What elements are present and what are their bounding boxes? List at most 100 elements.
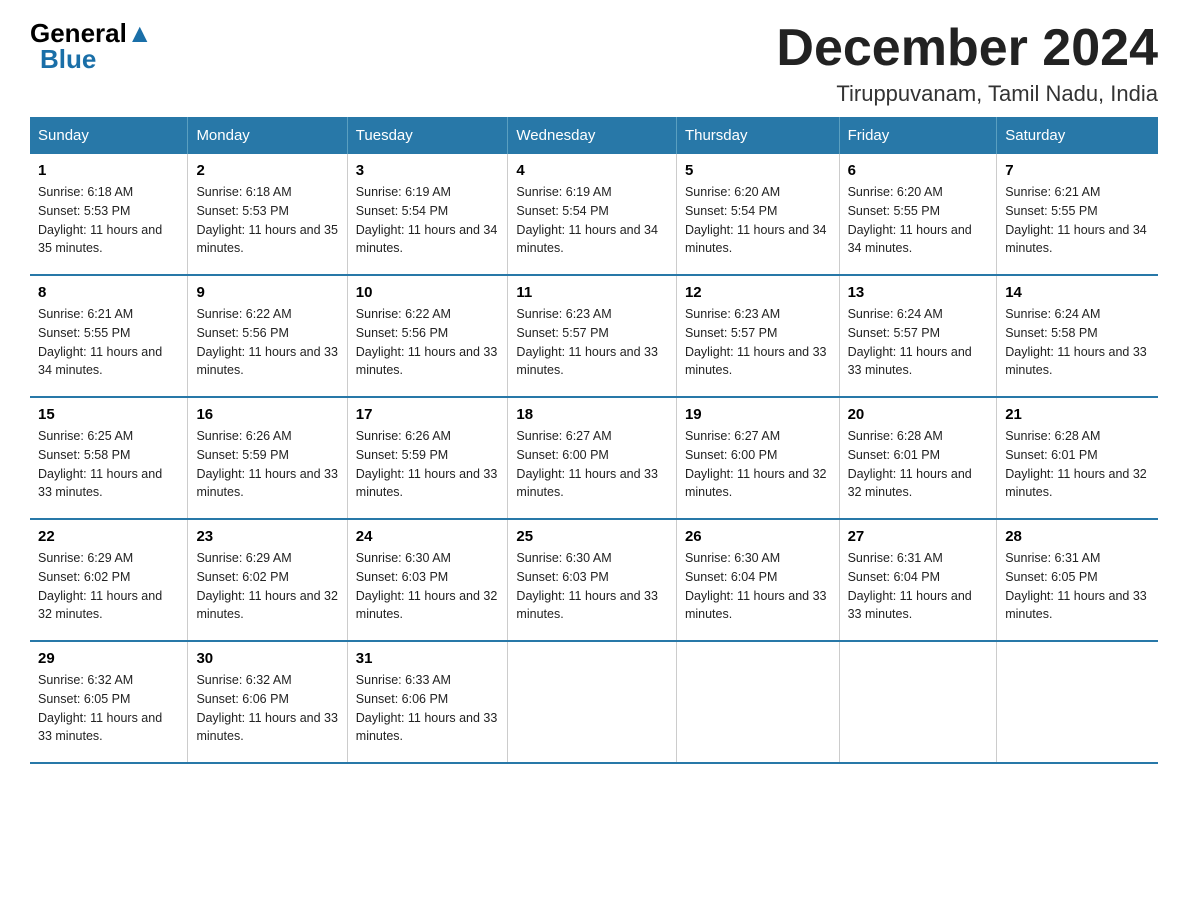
day-info: Sunrise: 6:26 AMSunset: 5:59 PMDaylight:… (356, 427, 500, 502)
calendar-cell: 7 Sunrise: 6:21 AMSunset: 5:55 PMDaylight… (997, 154, 1158, 275)
col-header-wednesday: Wednesday (508, 117, 677, 154)
calendar-cell (997, 641, 1158, 763)
calendar-cell: 26 Sunrise: 6:30 AMSunset: 6:04 PMDayligh… (676, 519, 839, 641)
day-number: 3 (356, 162, 500, 179)
page-header: General▲ Blue December 2024 Tiruppuvanam… (30, 20, 1158, 107)
day-info: Sunrise: 6:30 AMSunset: 6:03 PMDaylight:… (516, 549, 668, 624)
day-info: Sunrise: 6:33 AMSunset: 6:06 PMDaylight:… (356, 671, 500, 746)
calendar-cell: 19 Sunrise: 6:27 AMSunset: 6:00 PMDayligh… (676, 397, 839, 519)
day-number: 26 (685, 528, 831, 545)
col-header-friday: Friday (839, 117, 997, 154)
calendar-week-row: 8 Sunrise: 6:21 AMSunset: 5:55 PMDaylight… (30, 275, 1158, 397)
day-number: 5 (685, 162, 831, 179)
day-number: 19 (685, 406, 831, 423)
day-info: Sunrise: 6:21 AMSunset: 5:55 PMDaylight:… (1005, 183, 1150, 258)
day-number: 2 (196, 162, 338, 179)
day-number: 28 (1005, 528, 1150, 545)
calendar-cell: 31 Sunrise: 6:33 AMSunset: 6:06 PMDayligh… (347, 641, 508, 763)
day-info: Sunrise: 6:25 AMSunset: 5:58 PMDaylight:… (38, 427, 179, 502)
calendar-cell: 21 Sunrise: 6:28 AMSunset: 6:01 PMDayligh… (997, 397, 1158, 519)
calendar-cell: 3Sunrise: 6:19 AMSunset: 5:54 PMDaylight… (347, 154, 508, 275)
calendar-cell (508, 641, 677, 763)
day-number: 18 (516, 406, 668, 423)
calendar-cell: 9 Sunrise: 6:22 AMSunset: 5:56 PMDaylight… (188, 275, 347, 397)
day-number: 1 (38, 162, 179, 179)
col-header-saturday: Saturday (997, 117, 1158, 154)
day-info: Sunrise: 6:18 AMSunset: 5:53 PMDaylight:… (38, 183, 179, 258)
day-number: 14 (1005, 284, 1150, 301)
calendar-cell: 23Sunrise: 6:29 AMSunset: 6:02 PMDayligh… (188, 519, 347, 641)
day-number: 22 (38, 528, 179, 545)
calendar-cell: 29 Sunrise: 6:32 AMSunset: 6:05 PMDayligh… (30, 641, 188, 763)
day-info: Sunrise: 6:23 AMSunset: 5:57 PMDaylight:… (516, 305, 668, 380)
day-number: 21 (1005, 406, 1150, 423)
day-info: Sunrise: 6:21 AMSunset: 5:55 PMDaylight:… (38, 305, 179, 380)
logo-general-text: General▲ (30, 20, 153, 46)
day-number: 24 (356, 528, 500, 545)
day-number: 30 (196, 650, 338, 667)
day-number: 17 (356, 406, 500, 423)
calendar-cell: 18 Sunrise: 6:27 AMSunset: 6:00 PMDayligh… (508, 397, 677, 519)
day-info: Sunrise: 6:30 AMSunset: 6:03 PMDaylight:… (356, 549, 500, 624)
day-number: 16 (196, 406, 338, 423)
day-number: 10 (356, 284, 500, 301)
calendar-cell: 6 Sunrise: 6:20 AMSunset: 5:55 PMDaylight… (839, 154, 997, 275)
day-info: Sunrise: 6:20 AMSunset: 5:54 PMDaylight:… (685, 183, 831, 258)
day-number: 12 (685, 284, 831, 301)
day-number: 13 (848, 284, 989, 301)
col-header-tuesday: Tuesday (347, 117, 508, 154)
day-info: Sunrise: 6:27 AMSunset: 6:00 PMDaylight:… (685, 427, 831, 502)
logo-blue-text: Blue (40, 46, 96, 72)
col-header-monday: Monday (188, 117, 347, 154)
day-info: Sunrise: 6:31 AMSunset: 6:05 PMDaylight:… (1005, 549, 1150, 624)
day-info: Sunrise: 6:20 AMSunset: 5:55 PMDaylight:… (848, 183, 989, 258)
calendar-cell: 2 Sunrise: 6:18 AMSunset: 5:53 PMDaylight… (188, 154, 347, 275)
col-header-thursday: Thursday (676, 117, 839, 154)
day-info: Sunrise: 6:24 AMSunset: 5:57 PMDaylight:… (848, 305, 989, 380)
calendar-cell: 5 Sunrise: 6:20 AMSunset: 5:54 PMDaylight… (676, 154, 839, 275)
calendar-cell: 16Sunrise: 6:26 AMSunset: 5:59 PMDayligh… (188, 397, 347, 519)
title-block: December 2024 Tiruppuvanam, Tamil Nadu, … (776, 20, 1158, 107)
day-info: Sunrise: 6:18 AMSunset: 5:53 PMDaylight:… (196, 183, 338, 258)
calendar-cell: 30 Sunrise: 6:32 AMSunset: 6:06 PMDayligh… (188, 641, 347, 763)
calendar-cell: 11 Sunrise: 6:23 AMSunset: 5:57 PMDayligh… (508, 275, 677, 397)
day-info: Sunrise: 6:28 AMSunset: 6:01 PMDaylight:… (1005, 427, 1150, 502)
day-number: 6 (848, 162, 989, 179)
calendar-cell: 14 Sunrise: 6:24 AMSunset: 5:58 PMDayligh… (997, 275, 1158, 397)
day-info: Sunrise: 6:27 AMSunset: 6:00 PMDaylight:… (516, 427, 668, 502)
calendar-week-row: 15 Sunrise: 6:25 AMSunset: 5:58 PMDayligh… (30, 397, 1158, 519)
calendar-week-row: 22 Sunrise: 6:29 AMSunset: 6:02 PMDayligh… (30, 519, 1158, 641)
day-info: Sunrise: 6:29 AMSunset: 6:02 PMDaylight:… (38, 549, 179, 624)
day-number: 11 (516, 284, 668, 301)
calendar-cell: 22 Sunrise: 6:29 AMSunset: 6:02 PMDayligh… (30, 519, 188, 641)
day-info: Sunrise: 6:24 AMSunset: 5:58 PMDaylight:… (1005, 305, 1150, 380)
calendar-cell: 28 Sunrise: 6:31 AMSunset: 6:05 PMDayligh… (997, 519, 1158, 641)
col-header-sunday: Sunday (30, 117, 188, 154)
calendar-table: SundayMondayTuesdayWednesdayThursdayFrid… (30, 117, 1158, 764)
day-number: 29 (38, 650, 179, 667)
day-number: 15 (38, 406, 179, 423)
day-info: Sunrise: 6:22 AMSunset: 5:56 PMDaylight:… (196, 305, 338, 380)
calendar-header-row: SundayMondayTuesdayWednesdayThursdayFrid… (30, 117, 1158, 154)
calendar-cell (839, 641, 997, 763)
calendar-cell: 24 Sunrise: 6:30 AMSunset: 6:03 PMDayligh… (347, 519, 508, 641)
page-title: December 2024 (776, 20, 1158, 77)
day-number: 25 (516, 528, 668, 545)
day-number: 4 (516, 162, 668, 179)
day-number: 7 (1005, 162, 1150, 179)
day-number: 20 (848, 406, 989, 423)
calendar-cell: 13 Sunrise: 6:24 AMSunset: 5:57 PMDayligh… (839, 275, 997, 397)
calendar-cell: 17 Sunrise: 6:26 AMSunset: 5:59 PMDayligh… (347, 397, 508, 519)
day-number: 9 (196, 284, 338, 301)
calendar-cell: 1 Sunrise: 6:18 AMSunset: 5:53 PMDaylight… (30, 154, 188, 275)
day-info: Sunrise: 6:22 AMSunset: 5:56 PMDaylight:… (356, 305, 500, 380)
day-number: 31 (356, 650, 500, 667)
day-info: Sunrise: 6:30 AMSunset: 6:04 PMDaylight:… (685, 549, 831, 624)
day-info: Sunrise: 6:23 AMSunset: 5:57 PMDaylight:… (685, 305, 831, 380)
day-info: Sunrise: 6:32 AMSunset: 6:05 PMDaylight:… (38, 671, 179, 746)
day-info: Sunrise: 6:32 AMSunset: 6:06 PMDaylight:… (196, 671, 338, 746)
calendar-cell: 20 Sunrise: 6:28 AMSunset: 6:01 PMDayligh… (839, 397, 997, 519)
logo: General▲ Blue (30, 20, 153, 72)
day-number: 8 (38, 284, 179, 301)
day-info: Sunrise: 6:28 AMSunset: 6:01 PMDaylight:… (848, 427, 989, 502)
